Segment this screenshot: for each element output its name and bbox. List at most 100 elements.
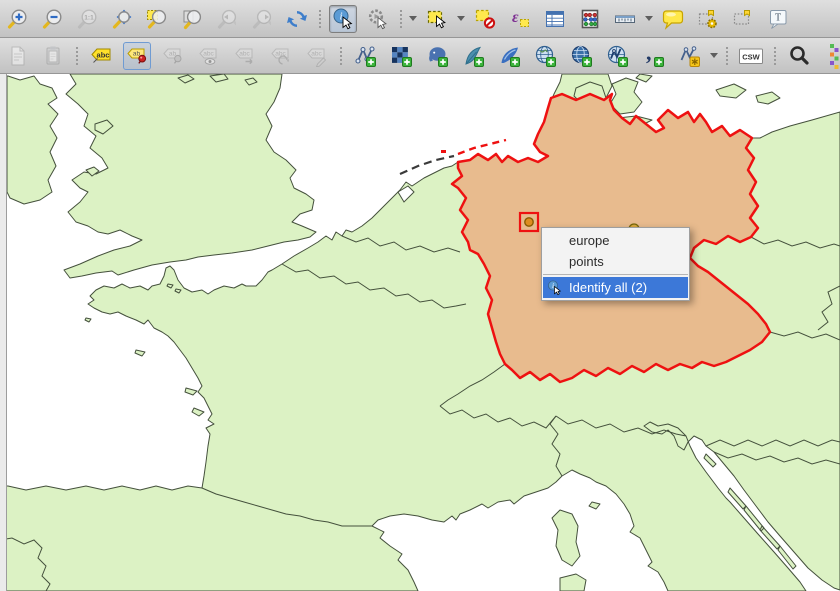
layer-labeling-icon: abc	[90, 45, 112, 67]
deselect-features-icon	[474, 8, 496, 30]
menu-item-identify-all[interactable]: i Identify all (2)	[543, 277, 688, 298]
svg-text:CSW: CSW	[742, 52, 760, 61]
zoom-full-extent-icon	[111, 8, 133, 30]
search-button[interactable]	[785, 42, 813, 70]
add-virtual-layer-icon	[678, 45, 700, 67]
change-label-button: abc	[303, 42, 331, 70]
add-mssql-layer-icon	[498, 45, 520, 67]
zoom-in-button[interactable]	[3, 5, 31, 33]
map-navigation-toolbar: 1:1 i ε T	[0, 0, 840, 38]
red-island-speck	[441, 150, 446, 153]
measure-icon	[614, 8, 636, 30]
zoom-to-layer-icon	[181, 8, 203, 30]
deselect-features-button[interactable]	[471, 5, 499, 33]
pin-labels-icon: ab	[126, 45, 148, 67]
select-features-button[interactable]	[423, 5, 451, 33]
add-wcs-layer-icon	[570, 45, 592, 67]
zoom-out-icon	[41, 8, 63, 30]
add-postgis-layer-button[interactable]	[423, 42, 451, 70]
identify-icon: i	[332, 8, 354, 30]
zoom-actual-size-button: 1:1	[73, 5, 101, 33]
attribute-table-button[interactable]	[541, 5, 569, 33]
dropdown-arrow-icon[interactable]	[409, 16, 417, 21]
pin-labels-button[interactable]: ab	[123, 42, 151, 70]
svg-text:i: i	[552, 281, 554, 290]
highlight-pinned-labels-button: ab	[159, 42, 187, 70]
run-feature-action-button[interactable]	[364, 5, 392, 33]
menu-separator	[543, 274, 688, 275]
show-bookmarks-icon	[732, 8, 754, 30]
toolbar-separator	[400, 10, 402, 28]
field-calculator-button[interactable]	[576, 5, 604, 33]
add-wms-layer-button[interactable]	[531, 42, 559, 70]
svg-text:abc: abc	[97, 50, 110, 59]
add-raster-layer-button[interactable]	[387, 42, 415, 70]
layer-labeling-button[interactable]: abc	[87, 42, 115, 70]
zoom-to-selection-icon	[146, 8, 168, 30]
new-composer-button	[3, 42, 31, 70]
search-icon	[788, 45, 810, 67]
identify-context-menu: europe points i Identify all (2)	[541, 227, 690, 301]
dropdown-arrow-icon[interactable]	[710, 53, 718, 58]
zoom-full-extent-button[interactable]	[108, 5, 136, 33]
canvas-left-panel-edge	[0, 74, 7, 591]
zoom-to-layer-button[interactable]	[178, 5, 206, 33]
add-vector-layer-icon	[354, 45, 376, 67]
move-label-button: abc	[231, 42, 259, 70]
add-wcs-layer-button[interactable]	[567, 42, 595, 70]
svg-text:abc: abc	[203, 50, 214, 57]
map-tips-icon	[662, 8, 684, 30]
add-virtual-layer-button[interactable]	[675, 42, 703, 70]
dropdown-arrow-icon[interactable]	[645, 16, 653, 21]
svg-text:abc: abc	[239, 50, 250, 57]
identify-button[interactable]: i	[329, 5, 357, 33]
new-bookmark-button[interactable]	[694, 5, 722, 33]
add-wfs-layer-button[interactable]	[603, 42, 631, 70]
add-wms-layer-icon	[534, 45, 556, 67]
add-delimited-text-layer-icon: ,	[642, 45, 664, 67]
add-raster-layer-icon	[390, 45, 412, 67]
metasearch-csw-button[interactable]: CSW	[737, 42, 765, 70]
add-vector-layer-button[interactable]	[351, 42, 379, 70]
new-composer-icon	[6, 45, 28, 67]
zoom-next-button	[248, 5, 276, 33]
toolbar-handle-icon[interactable]	[829, 43, 839, 69]
identify-icon: i	[547, 280, 563, 296]
add-wfs-layer-icon	[606, 45, 628, 67]
svg-text:i: i	[339, 10, 342, 22]
svg-text:,: ,	[646, 45, 652, 65]
svg-text:T: T	[775, 12, 781, 23]
metasearch-csw-icon: CSW	[738, 45, 764, 67]
dropdown-arrow-icon[interactable]	[457, 16, 465, 21]
zoom-out-button[interactable]	[38, 5, 66, 33]
label-and-layers-toolbar: abc ab ab abc abc abc abc , CSW	[0, 38, 840, 74]
zoom-last-button	[213, 5, 241, 33]
new-bookmark-icon	[697, 8, 719, 30]
menu-item-europe[interactable]: europe	[542, 230, 689, 251]
add-delimited-text-layer-button[interactable]: ,	[639, 42, 667, 70]
change-label-icon: abc	[306, 45, 328, 67]
add-mssql-layer-button[interactable]	[495, 42, 523, 70]
add-spatialite-layer-icon	[462, 45, 484, 67]
show-hide-labels-icon: abc	[198, 45, 220, 67]
svg-text:abc: abc	[311, 50, 322, 57]
text-annotation-button[interactable]: T	[764, 5, 792, 33]
rotate-label-icon: abc	[270, 45, 292, 67]
select-by-expression-button[interactable]: ε	[506, 5, 534, 33]
toolbar-separator	[319, 10, 321, 28]
field-calculator-icon	[579, 8, 601, 30]
svg-text:1:1: 1:1	[84, 14, 94, 21]
menu-item-points[interactable]: points	[542, 251, 689, 272]
zealand-island	[610, 78, 642, 114]
composer-manager-icon	[42, 45, 64, 67]
map-canvas[interactable]: europe points i Identify all (2)	[0, 74, 840, 591]
refresh-button[interactable]	[283, 5, 311, 33]
measure-button[interactable]	[611, 5, 639, 33]
show-bookmarks-button[interactable]	[729, 5, 757, 33]
rotate-label-button: abc	[267, 42, 295, 70]
zoom-to-selection-button[interactable]	[143, 5, 171, 33]
add-spatialite-layer-button[interactable]	[459, 42, 487, 70]
europe-map[interactable]	[0, 74, 840, 591]
map-tips-button[interactable]	[659, 5, 687, 33]
toolbar-separator	[774, 47, 776, 65]
